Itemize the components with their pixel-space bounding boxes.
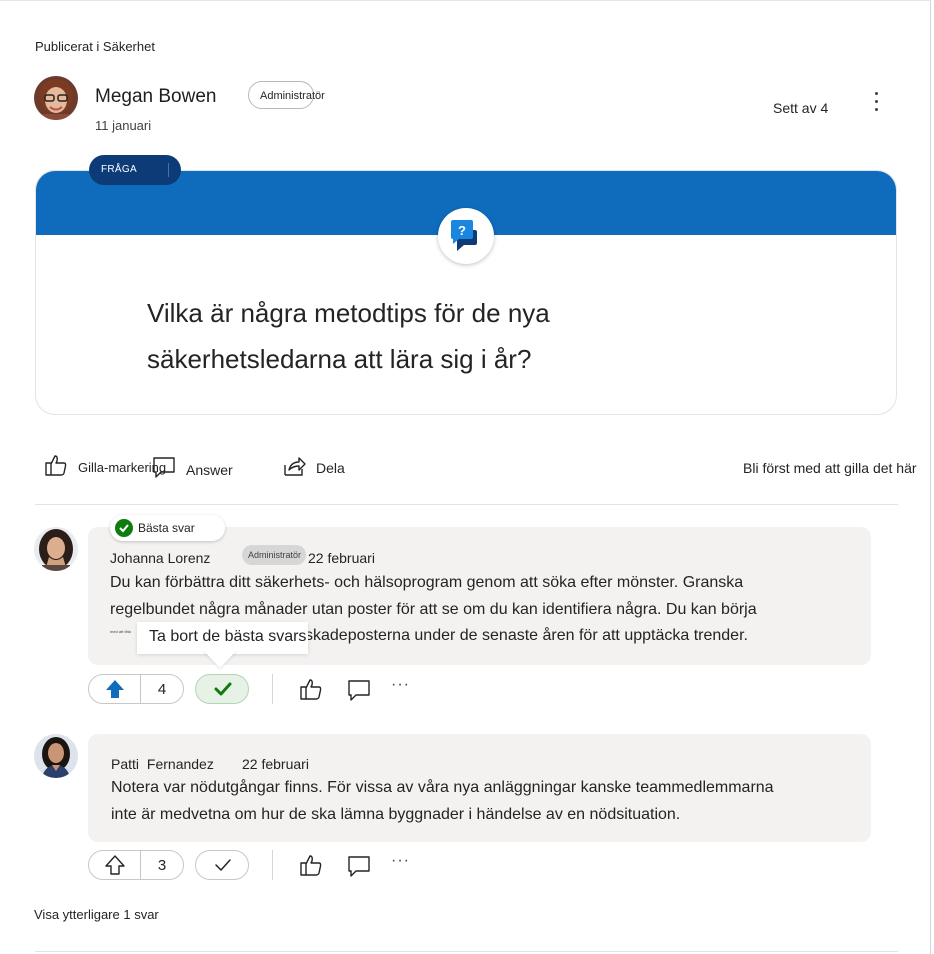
more-actions-icon[interactable]: ··· <box>391 676 410 694</box>
best-answer-badge: Bästa svar <box>110 515 225 541</box>
show-more-answers-link[interactable]: Visa ytterligare 1 svar <box>34 907 159 922</box>
author-name[interactable]: Megan Bowen <box>95 86 216 108</box>
share-label: Dela <box>316 460 345 476</box>
comment-icon <box>153 457 175 478</box>
divider <box>35 951 898 952</box>
commenter-last-name: Fernandez <box>146 756 214 772</box>
upvote-arrow-icon[interactable] <box>103 677 127 701</box>
more-actions-icon[interactable]: ··· <box>391 852 410 870</box>
check-circle-icon <box>115 519 133 537</box>
thumbs-up-icon[interactable] <box>298 852 324 878</box>
author-avatar[interactable] <box>34 76 78 120</box>
thumbs-up-icon[interactable] <box>298 676 324 702</box>
mark-best-answer-button[interactable] <box>195 674 249 704</box>
vote-count: 3 <box>157 857 167 874</box>
comment-date: 22 februari <box>308 550 375 566</box>
question-tag: FRÅGA <box>89 155 181 185</box>
comment-line-1: Notera var nödutgångar finns. För vissa … <box>111 779 774 796</box>
best-answer-label: Bästa svar <box>138 521 195 535</box>
commenter-avatar[interactable] <box>34 734 78 778</box>
comment-line-2: inte är medvetna om hur de ska lämna byg… <box>111 805 681 823</box>
question-line-2: säkerhetsledarna att lära sig i år? <box>147 344 532 374</box>
comment-line-3: skadeposterna under de senaste åren för … <box>305 627 748 644</box>
commenter-name[interactable]: Patti Fernandez <box>111 756 214 772</box>
checkmark-icon <box>215 859 231 871</box>
comment-line-2: regelbundet några månader utan poster fö… <box>110 600 757 618</box>
commenter-name[interactable]: Johanna Lorenz <box>110 550 210 566</box>
answer-label: Answer <box>186 462 233 478</box>
vote-count: 4 <box>157 681 167 698</box>
comment-line-3-hidden: med att titta <box>110 629 131 634</box>
upvote-control[interactable]: 3 <box>88 850 184 880</box>
question-icon: ? <box>438 208 494 264</box>
comment-date: 22 februari <box>242 756 309 772</box>
svg-text:?: ? <box>458 223 466 238</box>
upvote-arrow-icon[interactable] <box>103 853 127 877</box>
share-icon <box>284 457 306 476</box>
more-options-icon[interactable] <box>866 92 886 118</box>
tooltip-text: Ta bort de bästa svars <box>149 628 307 645</box>
question-text: Vilka är några metodtips för de nya säke… <box>147 290 707 382</box>
question-tag-label: FRÅGA <box>101 164 137 175</box>
action-separator <box>272 850 273 880</box>
seen-by-count[interactable]: Sett av 4 <box>773 100 828 116</box>
comment-body: Notera var nödutgångar finns. För vissa … <box>111 775 851 828</box>
commenter-avatar[interactable] <box>34 527 78 571</box>
divider <box>35 504 898 505</box>
action-separator <box>272 674 273 704</box>
posted-in-label: Publicerat i Säkerhet <box>35 39 155 54</box>
like-prompt[interactable]: Bli först med att gilla det här <box>743 460 917 476</box>
comment-line-1: Du kan förbättra ditt säkerhets- och häl… <box>110 574 744 591</box>
checkmark-icon <box>214 682 232 696</box>
thumbs-up-icon <box>45 455 67 476</box>
upvote-control[interactable]: 4 <box>88 674 184 704</box>
commenter-first-name: Patti <box>111 756 140 772</box>
reply-icon[interactable] <box>347 854 373 880</box>
post-date: 11 januari <box>95 118 152 133</box>
author-role-badge: Administratör <box>248 81 325 109</box>
tooltip-arrow <box>203 650 237 668</box>
commenter-role-badge: Administratör <box>242 545 306 565</box>
reply-icon[interactable] <box>347 678 373 704</box>
mark-best-answer-button[interactable] <box>195 850 249 880</box>
question-line-1: Vilka är några metodtips för de nya <box>147 298 550 328</box>
